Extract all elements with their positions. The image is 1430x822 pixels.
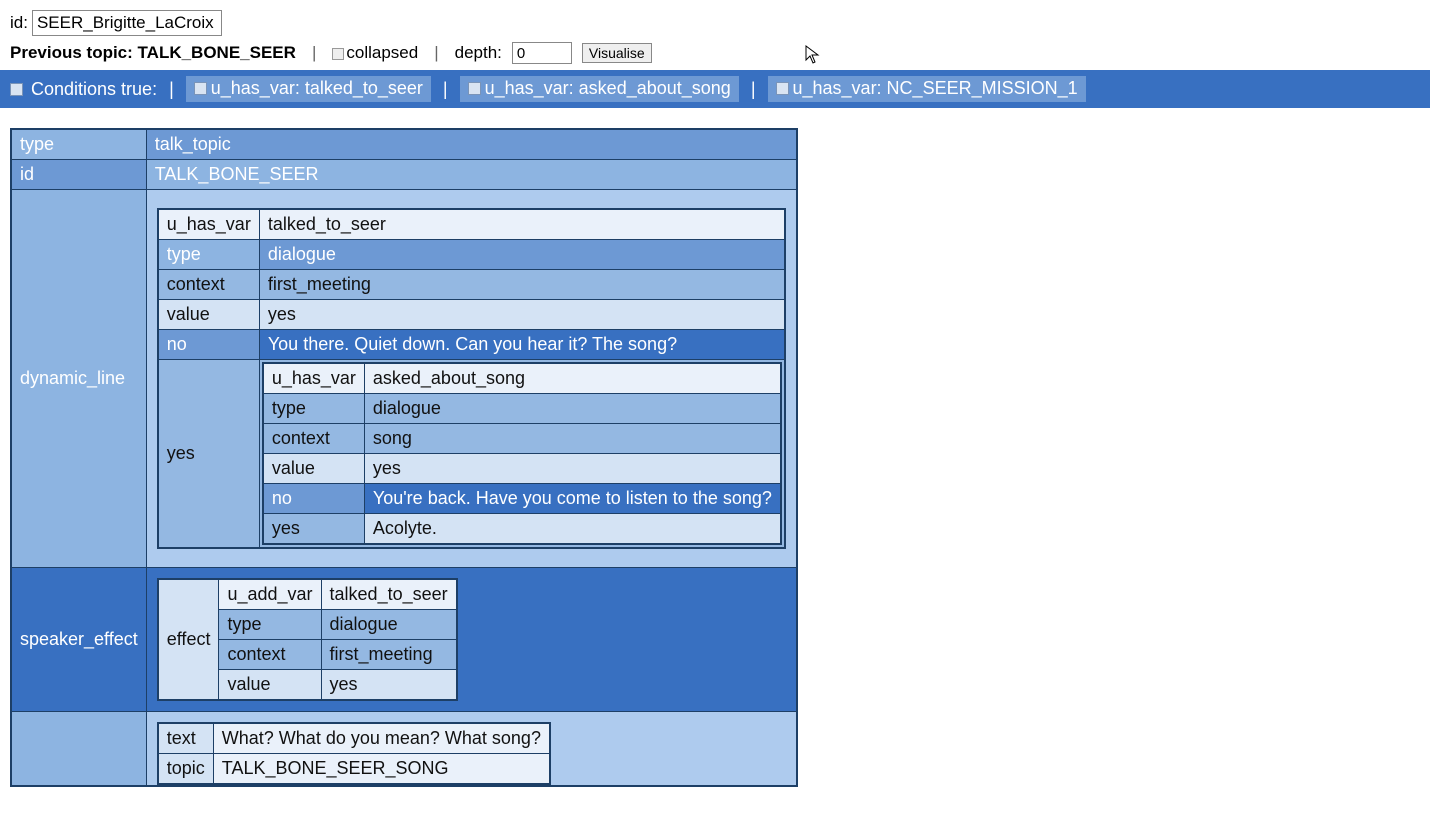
se-uaddvar-key: u_add_var (219, 579, 321, 610)
dli-type-val: dialogue (364, 394, 781, 424)
dynamic-line-key: dynamic_line (11, 190, 146, 568)
condition-checkbox[interactable] (468, 82, 481, 95)
se-uaddvar-val: talked_to_seer (321, 579, 457, 610)
conditions-bar: Conditions true: | u_has_var: talked_to_… (0, 70, 1430, 108)
condition-pill[interactable]: u_has_var: talked_to_seer (186, 76, 431, 102)
id-label: id: (10, 13, 28, 33)
dl-uhasvar-key: u_has_var (158, 209, 260, 240)
resp-text-val: What? What do you mean? What song? (213, 723, 550, 754)
dli-context-key: context (263, 424, 365, 454)
dl-yes-cell: u_has_var asked_about_song type dialogue (259, 360, 785, 549)
dli-yes-val: Acolyte. (364, 514, 781, 545)
condition-pill[interactable]: u_has_var: asked_about_song (460, 76, 739, 102)
se-value-val: yes (321, 670, 457, 701)
dl-value-val: yes (259, 300, 785, 330)
dli-context-val: song (364, 424, 781, 454)
dl-context-key: context (158, 270, 260, 300)
depth-label: depth: (455, 43, 502, 63)
dli-value-key: value (263, 454, 365, 484)
resp-topic-key: topic (158, 754, 214, 785)
dl-yes-key: yes (158, 360, 260, 549)
responses-key (11, 712, 146, 787)
prev-topic-label: Previous topic: TALK_BONE_SEER (10, 43, 296, 63)
separator: | (306, 43, 322, 63)
dli-value-val: yes (364, 454, 781, 484)
depth-input[interactable] (512, 42, 572, 64)
se-context-val: first_meeting (321, 640, 457, 670)
se-type-key: type (219, 610, 321, 640)
dynamic-line-cell: u_has_var talked_to_seer type dialogue c… (146, 190, 797, 568)
type-key: type (11, 129, 146, 160)
conditions-title: Conditions true: (31, 79, 157, 100)
type-val: talk_topic (146, 129, 797, 160)
dl-type-val: dialogue (259, 240, 785, 270)
conditions-master-checkbox[interactable] (10, 83, 23, 96)
dli-type-key: type (263, 394, 365, 424)
speaker-effect-key: speaker_effect (11, 568, 146, 712)
condition-checkbox[interactable] (776, 82, 789, 95)
record-table: type talk_topic id TALK_BONE_SEER dynami… (10, 128, 798, 787)
dl-uhasvar-val: talked_to_seer (259, 209, 785, 240)
visualise-button[interactable]: Visualise (582, 43, 652, 63)
separator: | (428, 43, 444, 63)
dl-no-key: no (158, 330, 260, 360)
se-context-key: context (219, 640, 321, 670)
condition-pill[interactable]: u_has_var: NC_SEER_MISSION_1 (768, 76, 1086, 102)
se-type-val: dialogue (321, 610, 457, 640)
dli-no-val: You're back. Have you come to listen to … (364, 484, 781, 514)
dli-yes-key: yes (263, 514, 365, 545)
resp-text-key: text (158, 723, 214, 754)
id-val: TALK_BONE_SEER (146, 160, 797, 190)
se-value-key: value (219, 670, 321, 701)
resp-topic-val: TALK_BONE_SEER_SONG (213, 754, 550, 785)
dl-type-key: type (158, 240, 260, 270)
dl-context-val: first_meeting (259, 270, 785, 300)
speaker-effect-cell: effect u_add_var talked_to_seer type dia… (146, 568, 797, 712)
collapsed-checkbox[interactable]: collapsed (332, 43, 418, 63)
se-effect-key: effect (158, 579, 219, 700)
dli-uhasvar-val: asked_about_song (364, 363, 781, 394)
dli-no-key: no (263, 484, 365, 514)
dl-no-val: You there. Quiet down. Can you hear it? … (259, 330, 785, 360)
id-key: id (11, 160, 146, 190)
condition-checkbox[interactable] (194, 82, 207, 95)
id-input[interactable] (32, 10, 222, 36)
dli-uhasvar-key: u_has_var (263, 363, 365, 394)
responses-cell: text What? What do you mean? What song? … (146, 712, 797, 787)
dl-value-key: value (158, 300, 260, 330)
